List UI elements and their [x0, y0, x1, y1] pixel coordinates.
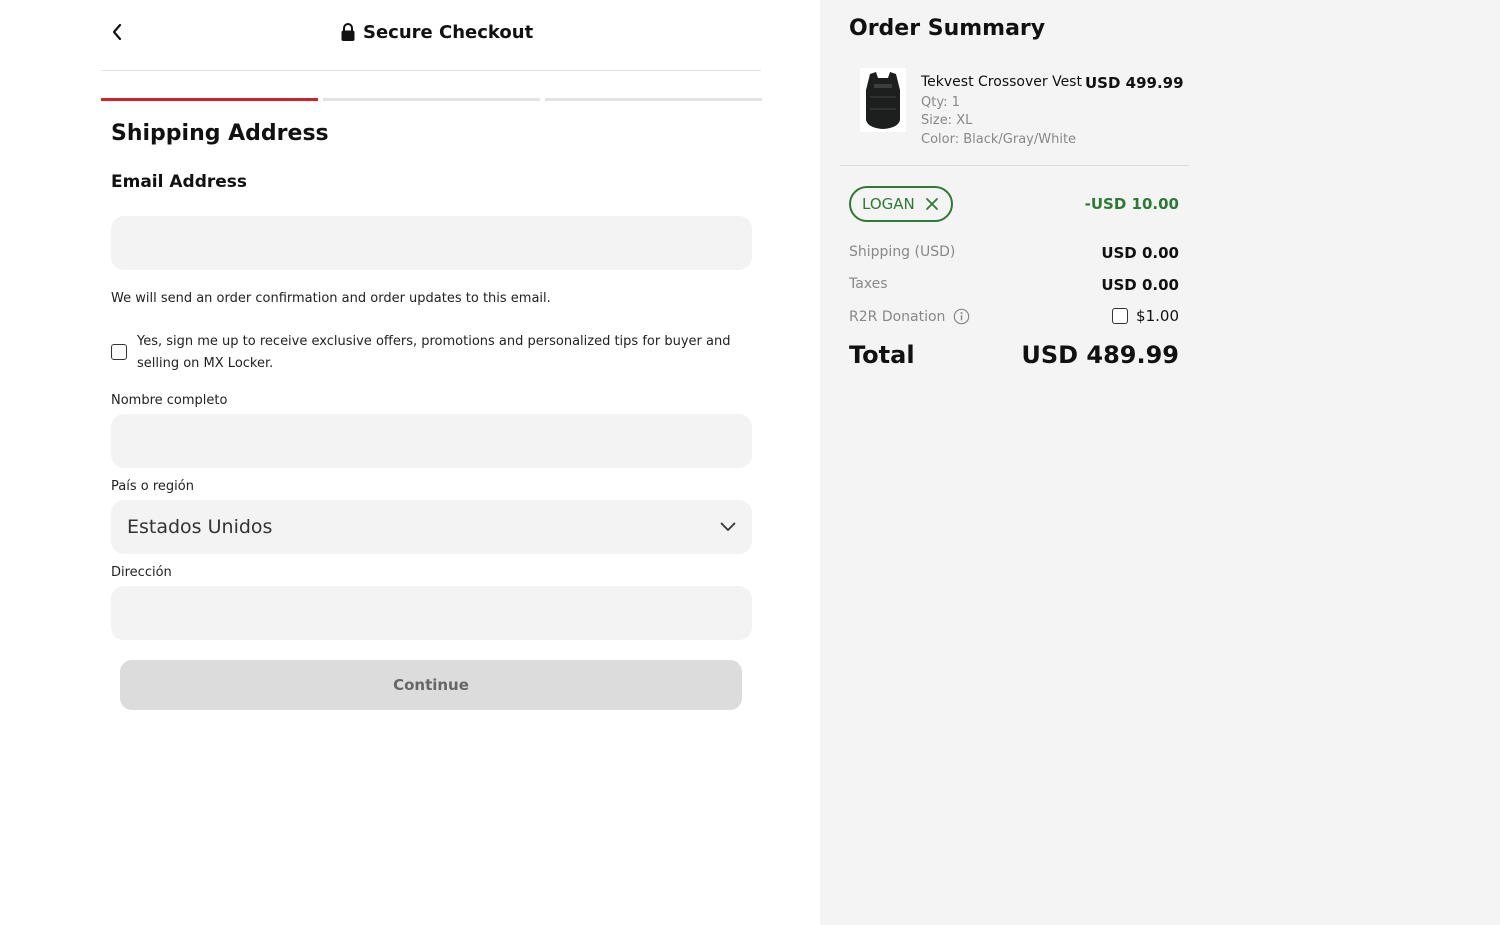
- country-value: Estados Unidos: [127, 516, 273, 538]
- donation-amount: $1.00: [1136, 307, 1179, 325]
- email-label: Email Address: [111, 172, 248, 192]
- product-name: Tekvest Crossover Vest: [921, 74, 1082, 90]
- summary-divider: [840, 165, 1189, 166]
- donation-row-label: R2R Donation: [849, 308, 970, 325]
- country-label: País o región: [111, 479, 194, 494]
- promo-code: LOGAN: [862, 195, 915, 213]
- name-field[interactable]: [111, 414, 752, 468]
- shipping-value: USD 0.00: [1101, 244, 1179, 262]
- page-title: Secure Checkout: [363, 21, 534, 43]
- product-size: Size: XL: [921, 113, 973, 128]
- info-icon[interactable]: [953, 308, 970, 325]
- product-color: Color: Black/Gray/White: [921, 132, 1077, 147]
- newsletter-checkbox[interactable]: [111, 344, 127, 360]
- chevron-down-icon: [720, 522, 736, 531]
- product-qty: Qty: 1: [921, 95, 960, 110]
- page-header: Secure Checkout: [340, 19, 533, 45]
- name-label: Nombre completo: [111, 393, 228, 408]
- donation-checkbox[interactable]: [1112, 308, 1129, 324]
- total-value: USD 489.99: [1021, 341, 1179, 369]
- vest-thumbnail: [860, 68, 906, 132]
- promo-chip: LOGAN: [849, 186, 953, 222]
- shipping-label: Shipping (USD): [849, 244, 956, 260]
- promo-discount: -USD 10.00: [1084, 195, 1179, 213]
- taxes-value: USD 0.00: [1101, 276, 1179, 294]
- progress-step-2: [323, 98, 540, 101]
- email-help-text: We will send an order confirmation and o…: [111, 291, 551, 306]
- close-icon[interactable]: [925, 197, 939, 211]
- address-field[interactable]: [111, 586, 752, 640]
- donation-control: $1.00: [1112, 307, 1179, 325]
- checkout-panel: Secure Checkout Shipping Address Email A…: [0, 0, 820, 925]
- taxes-label: Taxes: [849, 276, 888, 292]
- header-divider: [101, 70, 761, 71]
- donation-label: R2R Donation: [849, 308, 946, 325]
- product-price: USD 499.99: [1085, 74, 1184, 92]
- lock-icon: [341, 23, 355, 41]
- progress-step-1: [101, 98, 318, 101]
- total-label: Total: [849, 341, 915, 369]
- section-title: Shipping Address: [111, 121, 329, 146]
- chevron-left-icon: [112, 23, 122, 41]
- order-summary-panel: Order Summary Tekvest Crossover Vest USD…: [820, 0, 1500, 925]
- continue-button[interactable]: Continue: [120, 660, 742, 710]
- back-button[interactable]: [104, 18, 130, 46]
- country-select[interactable]: Estados Unidos: [111, 500, 752, 554]
- address-label: Dirección: [111, 565, 172, 580]
- progress-step-3: [545, 98, 762, 101]
- newsletter-label: Yes, sign me up to receive exclusive off…: [137, 334, 731, 371]
- summary-title: Order Summary: [849, 16, 1046, 41]
- checkout-progress: [101, 98, 762, 101]
- email-field[interactable]: [111, 216, 752, 270]
